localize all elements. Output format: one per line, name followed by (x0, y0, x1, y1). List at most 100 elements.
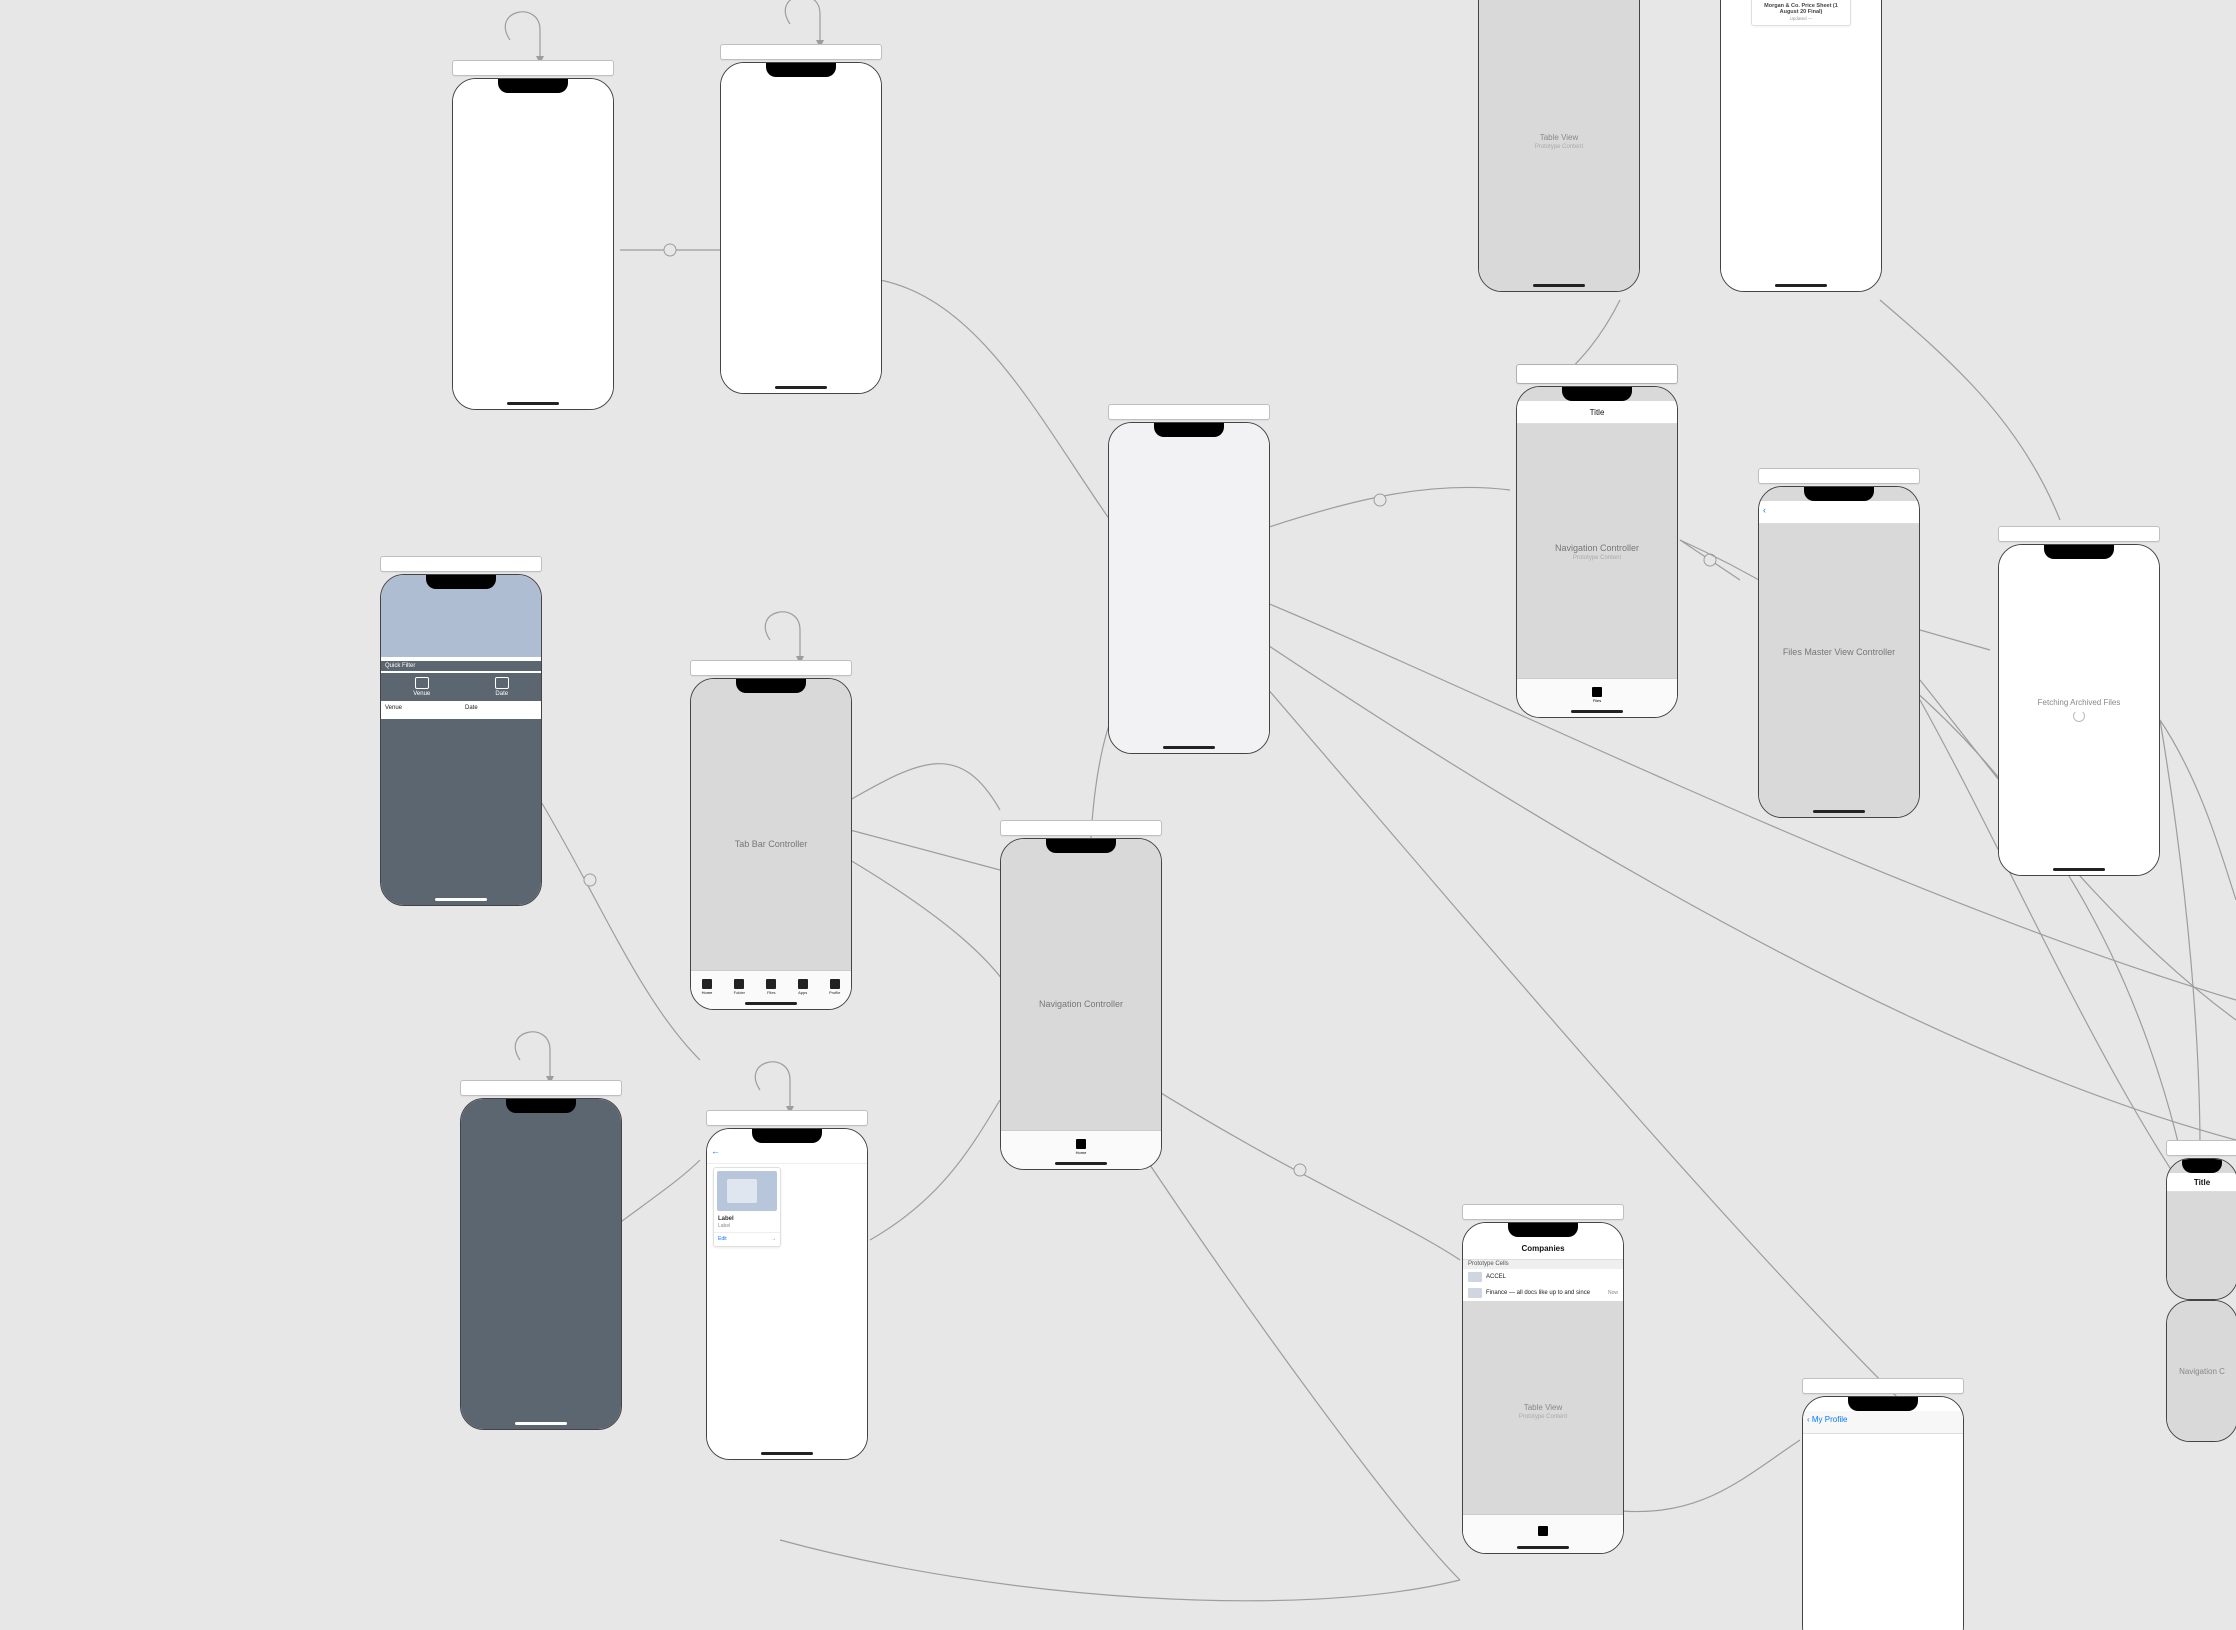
notch-icon (766, 63, 836, 77)
home-indicator-icon (515, 1422, 567, 1425)
scene-blank-2[interactable] (720, 44, 882, 394)
fetching-label: Fetching Archived Files (2038, 698, 2121, 707)
card-open[interactable]: → (771, 1236, 776, 1242)
notch-icon (2044, 545, 2114, 559)
placeholder-sub: Prototype Content (1535, 144, 1583, 150)
scene-right-title[interactable]: Title (2166, 1140, 2236, 1300)
tab-home[interactable]: Home (702, 979, 713, 995)
content-area (381, 719, 541, 905)
tab-profile[interactable]: Profile (829, 979, 840, 995)
person-icon (830, 979, 840, 989)
scene-nav-controller-home[interactable]: Navigation Controller Home (1000, 820, 1162, 1170)
notch-icon (1154, 423, 1224, 437)
scene-nav-controller-files[interactable]: Title Navigation Controller Prototype Co… (1516, 364, 1678, 718)
scene-light-blank[interactable] (1108, 404, 1270, 754)
card-sublabel: Label (714, 1223, 780, 1232)
scene-titlebar[interactable] (1998, 526, 2160, 542)
scene-titlebar[interactable] (1758, 468, 1920, 484)
controller-title: Files Master View Controller (1759, 647, 1919, 657)
home-indicator-icon (745, 1002, 797, 1005)
scene-blank-1[interactable] (452, 60, 614, 410)
tab-files[interactable]: Files (1592, 687, 1602, 703)
home-indicator-icon (1813, 810, 1865, 813)
scene-titlebar[interactable] (380, 556, 542, 572)
scene-titlebar[interactable] (2166, 1140, 2236, 1156)
notch-icon (2182, 1159, 2222, 1173)
notch-icon (752, 1129, 822, 1143)
spinner-icon (2073, 710, 2085, 722)
nav-bar: Companies (1463, 1237, 1623, 1260)
home-indicator-icon (1533, 284, 1585, 287)
label-date: Date (461, 701, 541, 719)
back-button[interactable]: ← (711, 1146, 720, 1156)
scene-titlebar[interactable] (1802, 1378, 1964, 1394)
controller-title: Navigation Controller (1039, 999, 1123, 1009)
notch-icon (1804, 487, 1874, 501)
row-title: Finance — all docs like up to and since (1486, 1290, 1608, 1296)
card-edit[interactable]: Edit (718, 1236, 727, 1242)
storyboard-canvas[interactable]: Morgan & Co. Title Added: — Expires: — T… (0, 0, 2236, 1630)
label-venue: Venue (381, 701, 461, 719)
tab-folder[interactable]: Folder (734, 979, 745, 995)
item-card[interactable]: Label Label Edit → (713, 1167, 781, 1247)
card-label: Label (714, 1214, 780, 1223)
scene-collection-top-2[interactable]: Morgan & Co. Price Sheet (1 August 20 Fi… (1720, 0, 1882, 292)
scene-right-nav[interactable]: Navigation C (2166, 1300, 2236, 1442)
placeholder-title: Table View (1524, 1403, 1563, 1412)
controller-title: Tab Bar Controller (735, 839, 808, 849)
file-icon (766, 979, 776, 989)
placeholder-sub: Prototype Content (1519, 1414, 1567, 1420)
back-button[interactable]: ‹ My Profile (1807, 1415, 1847, 1424)
card-title: Morgan & Co. Price Sheet (1 August 20 Fi… (1756, 3, 1846, 15)
notch-icon (1848, 1397, 1918, 1411)
home-indicator-icon (435, 898, 487, 901)
card-sub: Updated — (1756, 16, 1846, 21)
nav-bar: Title (1517, 401, 1677, 424)
scene-fetching[interactable]: Fetching Archived Files (1998, 526, 2160, 876)
segment-venue[interactable]: Venue (413, 677, 430, 697)
scene-titlebar[interactable] (1108, 404, 1270, 420)
scene-titlebar[interactable] (1000, 820, 1162, 836)
row-title: ACCEL (1486, 1274, 1618, 1280)
scene-titlebar[interactable] (690, 660, 852, 676)
thumb-icon (1468, 1272, 1482, 1282)
tab-apps[interactable]: Apps (798, 979, 808, 995)
tab-icon (1538, 1526, 1548, 1536)
calendar-icon (495, 677, 509, 689)
scene-files-master[interactable]: ‹ Files Master View Controller (1758, 468, 1920, 818)
folder-icon (734, 979, 744, 989)
nav-bar: Title (2167, 1173, 2236, 1192)
home-indicator-icon (1571, 710, 1623, 713)
table-row[interactable]: Finance — all docs like up to and since … (1463, 1285, 1623, 1302)
scene-titlebar[interactable] (1462, 1204, 1624, 1220)
notch-icon (1508, 1223, 1578, 1237)
scene-quick-filter[interactable]: Quick Filter Venue Date Venue Date (380, 556, 542, 906)
home-indicator-icon (1775, 284, 1827, 287)
scene-titlebar-selected[interactable] (1516, 364, 1678, 384)
nav-title: Title (2194, 1178, 2210, 1187)
scene-companies-table[interactable]: Companies Prototype Cells ACCEL Finance … (1462, 1204, 1624, 1554)
tab-item[interactable] (1538, 1526, 1548, 1537)
scene-table-top-1[interactable]: Morgan & Co. Title Added: — Expires: — T… (1478, 0, 1640, 292)
scene-tab-bar-controller[interactable]: Tab Bar Controller Home Folder Files App… (690, 660, 852, 1010)
scene-titlebar[interactable] (720, 44, 882, 60)
scene-titlebar[interactable] (706, 1110, 868, 1126)
nav-bar: ‹ (1759, 501, 1919, 524)
notch-icon (1046, 839, 1116, 853)
scene-titlebar[interactable] (460, 1080, 622, 1096)
tab-home[interactable]: Home (1076, 1139, 1087, 1155)
table-row[interactable]: ACCEL (1463, 1269, 1623, 1286)
segment-date[interactable]: Date (495, 677, 509, 697)
scene-dark[interactable] (460, 1080, 622, 1430)
back-chevron-icon[interactable]: ‹ (1763, 505, 1766, 515)
home-indicator-icon (1517, 1546, 1569, 1549)
scene-profile-detail[interactable]: ‹ My Profile (1802, 1378, 1964, 1630)
placeholder-title: Table View (1540, 133, 1579, 142)
venue-icon (415, 677, 429, 689)
scene-card[interactable]: ← Label Label Edit → (706, 1110, 868, 1460)
scene-titlebar[interactable] (452, 60, 614, 76)
tab-files[interactable]: Files (766, 979, 776, 995)
section-header: Quick Filter (381, 661, 541, 671)
section-header: Prototype Cells (1463, 1259, 1623, 1269)
row-detail: Now (1608, 1290, 1618, 1296)
